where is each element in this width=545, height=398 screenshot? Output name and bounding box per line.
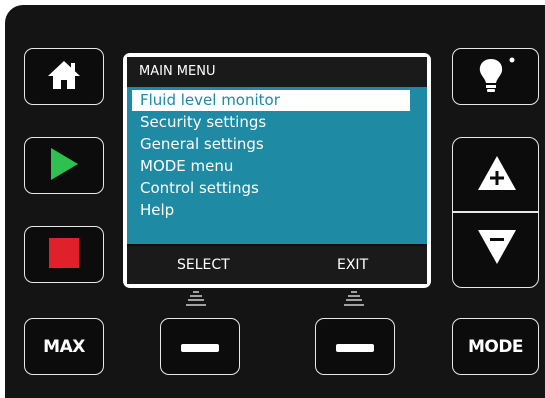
softkey-select-label: SELECT [177, 257, 230, 273]
menu-item-control-settings[interactable]: Control settings [132, 178, 410, 199]
start-button[interactable] [24, 137, 104, 194]
lcd-display: MAIN MENU Fluid level monitor Security s… [127, 57, 427, 284]
mode-label: MODE [467, 336, 524, 357]
softkey-left-indicator-icon [185, 291, 207, 309]
decrease-button[interactable] [453, 212, 540, 286]
menu-title: MAIN MENU [127, 57, 427, 87]
adjust-button-group [452, 137, 539, 288]
menu-item-general-settings[interactable]: General settings [132, 134, 410, 155]
menu-item-security-settings[interactable]: Security settings [132, 112, 410, 133]
minus-triangle-icon [477, 229, 517, 269]
stop-icon [49, 237, 79, 272]
plus-triangle-icon [477, 155, 517, 195]
adjust-divider [452, 211, 539, 213]
menu-list: Fluid level monitor Security settings Ge… [127, 87, 427, 244]
increase-button[interactable] [453, 138, 540, 212]
home-button[interactable] [24, 48, 104, 105]
lightbulb-icon [474, 55, 518, 99]
menu-item-mode-menu[interactable]: MODE menu [132, 156, 410, 177]
menu-item-fluid-level-monitor[interactable]: Fluid level monitor [132, 90, 410, 111]
softkey-exit-label: EXIT [337, 257, 369, 273]
softkey-left-button[interactable] [160, 318, 240, 375]
softkey-right-button[interactable] [315, 318, 395, 375]
softkey-right-indicator-icon [343, 291, 365, 309]
menu-item-help[interactable]: Help [132, 200, 410, 221]
stop-button[interactable] [24, 226, 104, 283]
max-button[interactable]: MAX [24, 318, 104, 375]
light-button[interactable] [452, 48, 539, 105]
dash-icon [181, 337, 219, 356]
max-label: MAX [43, 336, 85, 357]
softkey-bar: SELECT EXIT [127, 246, 427, 284]
play-icon [49, 147, 79, 185]
mode-button[interactable]: MODE [452, 318, 539, 375]
dash-icon [336, 337, 374, 356]
home-icon [47, 59, 81, 95]
